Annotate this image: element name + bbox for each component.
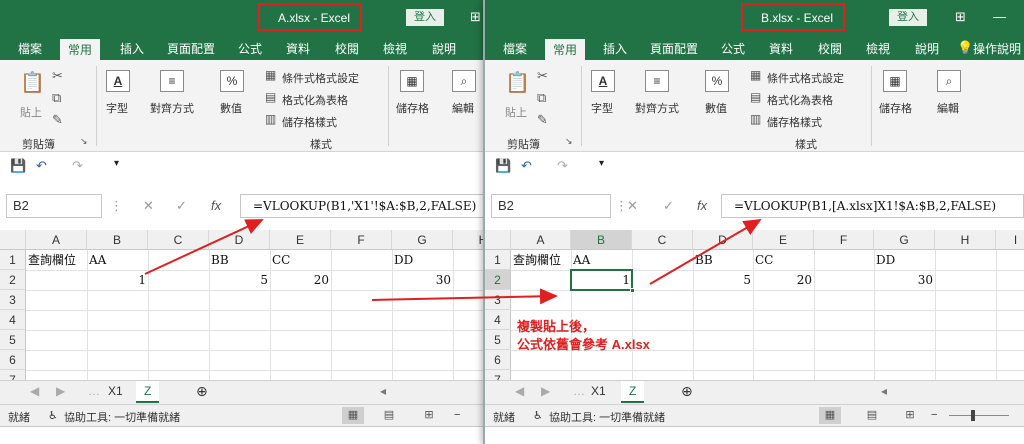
arrow-a-cell-to-formula bbox=[144, 219, 264, 275]
arrow-b-cell-to-formula bbox=[649, 218, 762, 285]
screenshot: A.xlsx - Excel 登入 ⊞ 檔案 常用 插入 頁面配置 公式 資料 … bbox=[0, 0, 1024, 444]
annotation-arrows bbox=[144, 218, 762, 305]
arrow-a-to-b bbox=[371, 288, 558, 305]
